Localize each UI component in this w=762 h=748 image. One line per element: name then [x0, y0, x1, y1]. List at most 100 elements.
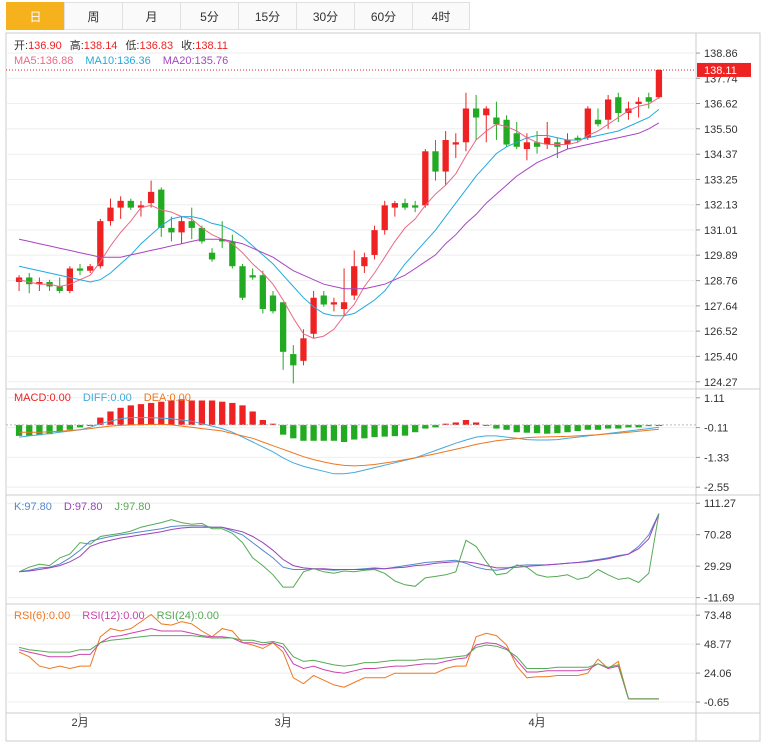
x-tick-label: 3月	[275, 717, 292, 729]
d-line	[19, 513, 660, 573]
rsi-legend-item: RSI(6):0.00	[14, 610, 70, 622]
macd-bar	[381, 424, 388, 437]
macd-bar	[401, 424, 409, 436]
macd-bar	[290, 424, 297, 439]
rsi-legend-item: RSI(12):0.00	[82, 610, 144, 622]
y-tick-label: -1.33	[704, 452, 729, 464]
candle-body	[483, 108, 490, 116]
y-tick-label: 127.64	[704, 301, 738, 313]
macd-bar	[310, 424, 317, 441]
ohlc-legend-label: 低:	[125, 39, 139, 52]
ma-legend-item: MA20:135.76	[163, 55, 228, 67]
candle-body	[66, 268, 74, 291]
candle-body	[269, 295, 277, 312]
ma5-line	[18, 97, 660, 339]
macd-bar	[391, 424, 399, 437]
macd-bar	[219, 401, 226, 425]
y-tick-label: 128.76	[704, 276, 738, 288]
macd-bar	[239, 405, 246, 425]
ma-legend-item: MA10:136.36	[85, 55, 150, 67]
y-tick-label: -0.11	[704, 423, 728, 435]
candle-body	[472, 108, 480, 118]
candle-body	[442, 140, 449, 172]
macd-bar	[300, 424, 307, 441]
y-tick-label: 134.37	[704, 149, 738, 161]
rsi12-line	[18, 628, 659, 700]
macd-bar	[523, 424, 531, 433]
y-tick-label: 70.28	[704, 530, 732, 542]
candle-body	[147, 191, 155, 204]
macd-bar	[584, 424, 591, 430]
macd-bar	[15, 424, 23, 436]
candle-body	[604, 99, 612, 120]
candle-body	[76, 268, 84, 271]
kdj-legend-item: K:97.80	[14, 501, 52, 513]
candle-body	[645, 97, 652, 102]
macd-bar	[533, 424, 541, 434]
candle-body	[97, 221, 104, 267]
y-tick-label: 124.27	[704, 377, 738, 389]
candle-body	[635, 101, 642, 104]
y-tick-label: 138.86	[704, 48, 738, 60]
macd-bar	[574, 424, 581, 432]
macd-bar	[412, 424, 419, 433]
macd-bar	[554, 424, 561, 434]
candle-body	[117, 200, 124, 208]
dea-line	[19, 423, 659, 467]
macd-bar	[544, 424, 551, 434]
y-tick-label: 29.29	[704, 561, 732, 573]
macd-bar	[615, 424, 622, 429]
macd-bar	[564, 424, 571, 433]
macd-bar	[279, 424, 287, 435]
y-tick-label: 129.89	[704, 250, 738, 262]
macd-bar	[137, 404, 145, 425]
macd-bar	[503, 424, 510, 430]
macd-bar	[158, 401, 165, 425]
candle-body	[300, 338, 307, 361]
candle-body	[381, 205, 388, 231]
ma10-line	[18, 109, 660, 317]
candle-body	[239, 266, 246, 298]
ohlc-legend-value: 138.14	[84, 40, 118, 52]
y-tick-label: 48.77	[704, 639, 732, 651]
candle-body	[107, 207, 114, 222]
macd-bar	[117, 407, 124, 425]
macd-bar	[127, 405, 134, 425]
kdj-legend-item: D:97.80	[64, 501, 103, 513]
candle-body	[412, 205, 419, 208]
candle-body	[340, 302, 348, 310]
ohlc-legend-label: 高:	[70, 38, 84, 52]
macd-bar	[198, 400, 206, 425]
macd-bar	[371, 424, 378, 438]
candle-body	[594, 119, 602, 125]
candle-body	[320, 295, 327, 305]
candle-body	[279, 302, 287, 352]
x-tick-label: 4月	[528, 717, 545, 729]
candle-body	[26, 277, 33, 285]
macd-bar	[351, 424, 358, 440]
candle-body	[371, 230, 378, 255]
candle-body	[208, 252, 216, 260]
y-tick-label: 136.62	[704, 99, 738, 111]
y-tick-label: 73.48	[704, 610, 732, 622]
macd-bar	[36, 424, 43, 436]
y-tick-label: -0.65	[704, 697, 729, 709]
macd-legend-item: DEA:0.00	[144, 392, 191, 404]
macd-bar	[493, 424, 500, 429]
y-tick-label: 132.13	[704, 200, 738, 212]
macd-legend-item: DIFF:0.00	[83, 392, 132, 404]
candle-body	[503, 119, 510, 145]
candle-body	[493, 117, 500, 125]
ma-legend-item: MA5:136.88	[14, 55, 73, 67]
y-tick-label: -2.55	[704, 482, 729, 494]
ohlc-legend-value: 138.11	[195, 40, 228, 52]
stock-chart[interactable]: 138.86137.74136.62135.50134.37133.25132.…	[0, 0, 762, 748]
ohlc-legend-label: 开:	[14, 40, 28, 52]
macd-bar	[208, 400, 216, 425]
candle-body	[513, 133, 520, 147]
macd-bar	[513, 424, 520, 433]
y-tick-label: -11.69	[704, 593, 734, 605]
candle-body	[401, 203, 409, 208]
candle-body	[615, 97, 622, 113]
macd-bar	[330, 424, 338, 441]
